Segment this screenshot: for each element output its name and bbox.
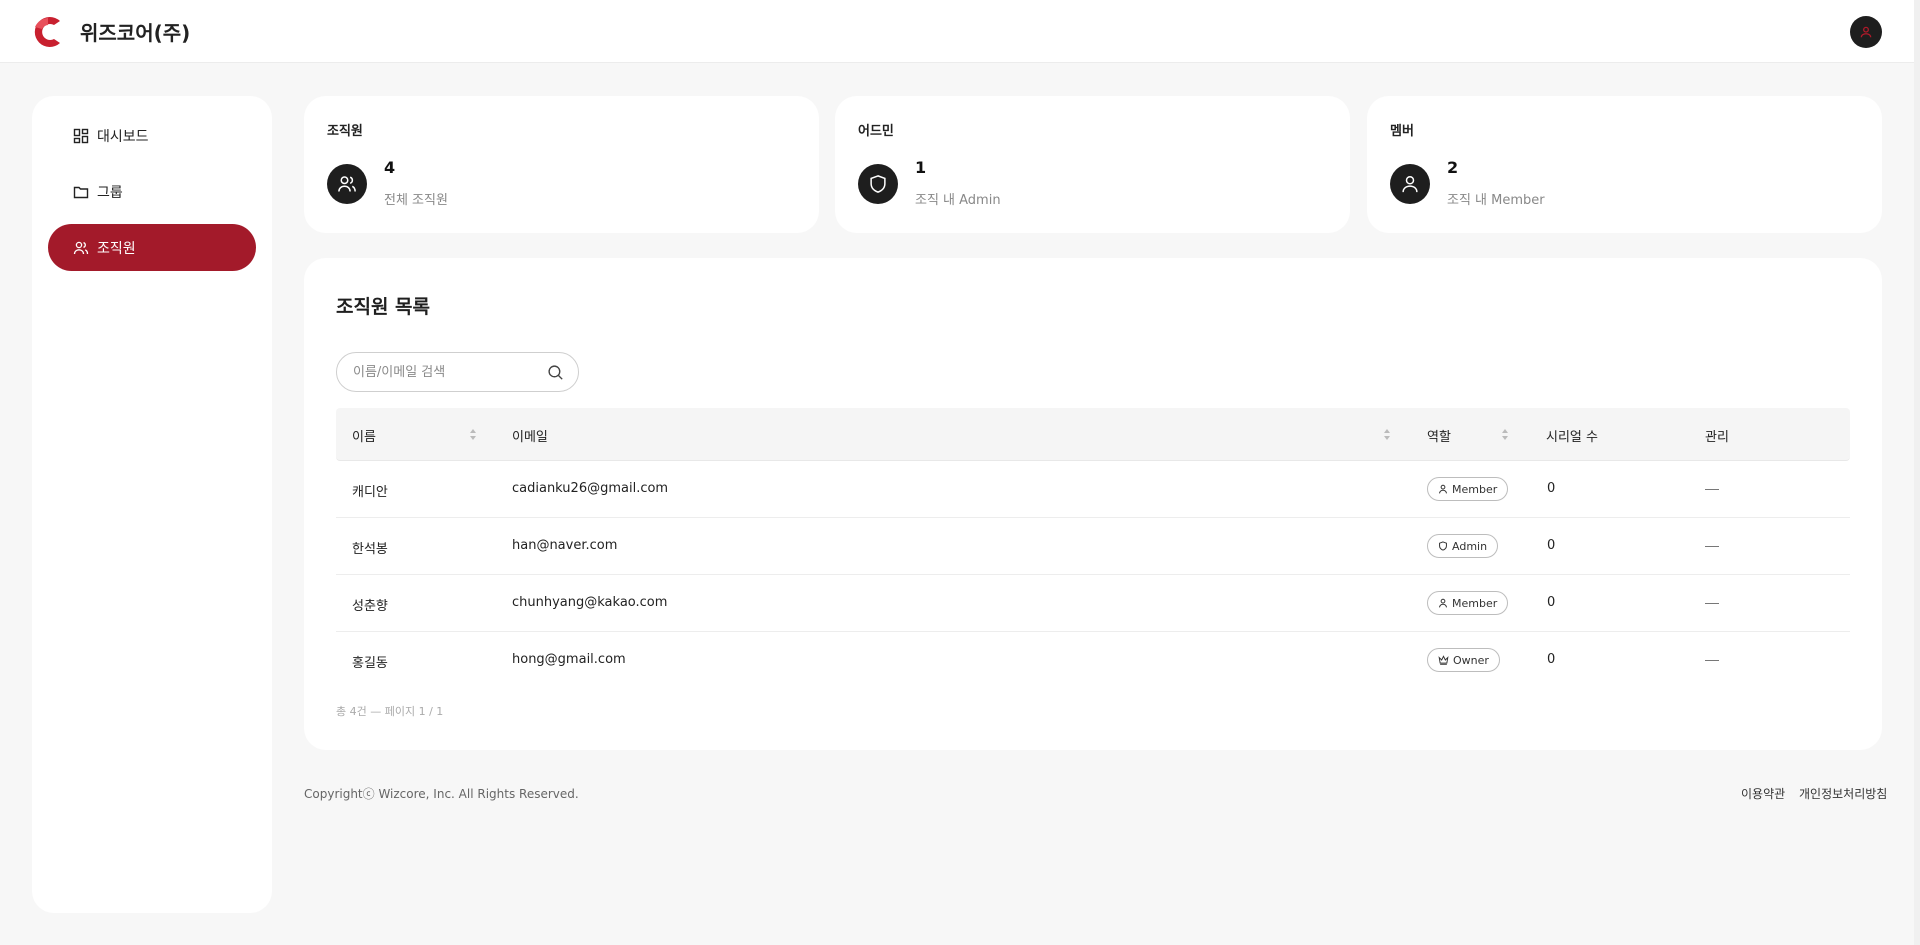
cell-email: han@naver.com <box>512 538 618 553</box>
column-header-role[interactable]: 역할 <box>1427 426 1451 445</box>
sidebar-item-label: 조직원 <box>97 240 136 257</box>
stat-value: 1 <box>915 158 927 177</box>
terms-link[interactable]: 이용약관 <box>1741 785 1785 802</box>
table-row[interactable]: 성춘향 chunhyang@kakao.com Member 0 <box>336 575 1850 632</box>
privacy-link[interactable]: 개인정보처리방침 <box>1799 785 1887 802</box>
cell-name: 한석봉 <box>352 542 388 557</box>
sidebar-item-group[interactable]: 그룹 <box>48 168 256 215</box>
page-title: 조직원 목록 <box>336 296 431 318</box>
stat-card-admins: 어드민 1 조직 내 Admin <box>835 96 1350 233</box>
cell-email: cadianku26@gmail.com <box>512 481 669 496</box>
footer-copyright: Copyrightⓒ Wizcore, Inc. All Rights Rese… <box>304 787 579 801</box>
stat-title: 조직원 <box>327 124 363 139</box>
cell-serial: 0 <box>1547 595 1556 610</box>
search-icon[interactable] <box>547 364 564 381</box>
user-icon <box>1439 598 1447 608</box>
top-header: 위즈코어(주) <box>0 0 1920 63</box>
stat-desc: 조직 내 Member <box>1447 193 1545 208</box>
user-icon <box>1390 164 1430 204</box>
stat-value: 2 <box>1447 158 1459 177</box>
role-badge: Member <box>1427 477 1509 501</box>
stat-desc: 전체 조직원 <box>384 193 448 208</box>
page-scrollbar[interactable] <box>1914 0 1920 945</box>
search-box[interactable] <box>336 352 579 392</box>
users-icon <box>73 240 89 256</box>
sidebar: 대시보드 그룹 조직원 <box>32 96 272 913</box>
user-icon <box>1439 484 1447 494</box>
table-row[interactable]: 캐디안 cadianku26@gmail.com Member 0 <box>336 461 1850 518</box>
stat-title: 멤버 <box>1390 124 1414 139</box>
column-header-email[interactable]: 이메일 <box>512 426 548 445</box>
members-panel: 조직원 목록 이름 이메일 역할 시리얼 수 관리 <box>304 258 1882 750</box>
manage-empty-dash <box>1705 603 1719 604</box>
stat-card-member-role: 멤버 2 조직 내 Member <box>1367 96 1882 233</box>
column-header-manage: 관리 <box>1705 430 1729 445</box>
user-avatar-button[interactable] <box>1850 16 1882 48</box>
sidebar-item-members[interactable]: 조직원 <box>48 224 256 271</box>
cell-name: 홍길동 <box>352 656 388 671</box>
manage-empty-dash <box>1705 489 1719 490</box>
users-icon <box>327 164 367 204</box>
table-header: 이름 이메일 역할 시리얼 수 관리 <box>336 408 1850 461</box>
dashboard-icon <box>73 128 89 144</box>
cell-serial: 0 <box>1547 481 1556 496</box>
column-header-name[interactable]: 이름 <box>352 426 376 445</box>
role-label: Owner <box>1453 653 1489 667</box>
shield-icon <box>858 164 898 204</box>
wizcore-logo[interactable] <box>30 15 64 49</box>
sidebar-item-label: 그룹 <box>97 184 123 201</box>
org-name: 위즈코어(주) <box>80 21 191 45</box>
shield-icon <box>1439 541 1447 551</box>
sidebar-item-label: 대시보드 <box>97 128 149 145</box>
cell-email: chunhyang@kakao.com <box>512 595 668 610</box>
sidebar-item-dashboard[interactable]: 대시보드 <box>48 112 256 159</box>
folder-icon <box>73 184 89 200</box>
sort-icon[interactable] <box>1383 428 1391 441</box>
cell-serial: 0 <box>1547 538 1556 553</box>
sort-icon[interactable] <box>469 428 477 441</box>
role-label: Admin <box>1452 539 1488 553</box>
table-row[interactable]: 한석봉 han@naver.com Admin 0 <box>336 518 1850 575</box>
manage-empty-dash <box>1705 546 1719 547</box>
pagination-info: 총 4건 — 페이지 1 / 1 <box>336 705 444 718</box>
cell-name: 캐디안 <box>352 485 388 500</box>
role-label: Member <box>1452 596 1498 610</box>
user-icon <box>1860 26 1872 38</box>
manage-empty-dash <box>1705 660 1719 661</box>
cell-email: hong@gmail.com <box>512 652 626 667</box>
search-input[interactable] <box>353 364 543 380</box>
role-badge: Admin <box>1427 534 1499 558</box>
cell-serial: 0 <box>1547 652 1556 667</box>
table-row[interactable]: 홍길동 hong@gmail.com Owner 0 <box>336 632 1850 689</box>
stat-value: 4 <box>384 158 396 177</box>
stat-desc: 조직 내 Admin <box>915 193 1001 208</box>
crown-icon <box>1438 655 1449 665</box>
members-table: 이름 이메일 역할 시리얼 수 관리 캐디안 cadianku26@gmail.… <box>336 408 1850 689</box>
role-label: Member <box>1452 482 1498 496</box>
cell-name: 성춘향 <box>352 599 388 614</box>
stat-title: 어드민 <box>858 124 894 139</box>
sort-icon[interactable] <box>1501 428 1509 441</box>
role-badge: Owner <box>1427 648 1500 672</box>
column-header-serial: 시리얼 수 <box>1546 430 1598 445</box>
stat-card-members: 조직원 4 전체 조직원 <box>304 96 819 233</box>
role-badge: Member <box>1427 591 1509 615</box>
